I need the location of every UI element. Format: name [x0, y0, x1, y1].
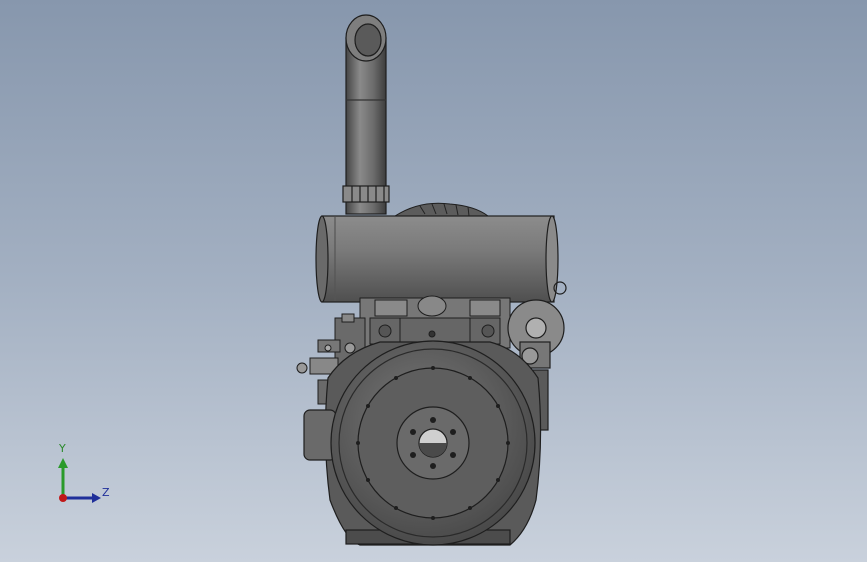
graphics-viewport[interactable]: Y Z [0, 0, 867, 562]
engine-block[interactable] [359, 295, 511, 349]
flywheel[interactable] [330, 340, 536, 546]
y-axis-label: Y [59, 442, 66, 455]
exhaust-pipe[interactable] [342, 14, 390, 215]
muffler[interactable] [315, 215, 559, 303]
coordinate-triad: Y Z [50, 440, 120, 510]
engine-model-icon[interactable] [0, 0, 867, 562]
turbo-housing[interactable] [393, 202, 490, 217]
z-axis-label: Z [102, 486, 110, 499]
